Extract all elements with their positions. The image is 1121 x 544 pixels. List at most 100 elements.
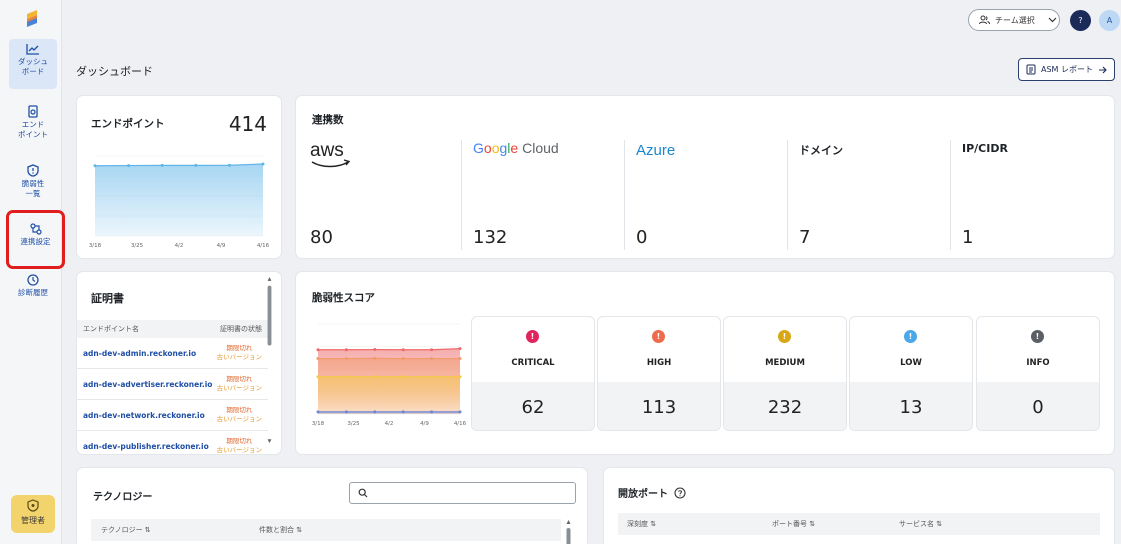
open-ports-title: 開放ポート [618, 485, 686, 500]
provider-google-cloud[interactable]: Google Cloud 132 [473, 140, 623, 248]
data-point [430, 375, 434, 379]
column-header-service[interactable]: サービス名 ⇅ [899, 519, 942, 529]
sidebar-item-label: 一覧 [25, 189, 41, 198]
severity-card-critical[interactable]: ! CRITICAL 62 [472, 317, 594, 430]
technology-title: テクノロジー [93, 492, 153, 503]
column-header-technology[interactable]: テクノロジー ⇅ [101, 525, 151, 535]
data-point [316, 357, 320, 361]
provider-name: ドメイン [799, 144, 843, 157]
vulnerability-card: 脆弱性スコア 3/18 3/25 4/2 4/9 4/16 ! CRITICAL 62 … [296, 272, 1114, 454]
scrollbar[interactable] [566, 519, 571, 544]
data-point [401, 357, 405, 361]
severity-card-low[interactable]: ! LOW 13 [850, 317, 972, 430]
data-point [373, 410, 377, 414]
endpoint-chart: 3/18 3/25 4/2 4/9 4/16 [89, 155, 270, 249]
help-button[interactable]: ? [1070, 10, 1091, 31]
series-line [318, 347, 461, 351]
table-header: 深刻度 ⇅ ポート番号 ⇅ サービス名 ⇅ [618, 513, 1100, 535]
severity-label: MEDIUM [765, 358, 805, 368]
sidebar-item-label: ダッシュ [18, 57, 48, 66]
sidebar: ダッシュ ボード エンド ポイント 脆弱性 一覧 連携設定 診断履歴 管理者 [0, 0, 65, 544]
data-point [430, 357, 434, 361]
sidebar-item-history[interactable]: 診断履歴 [9, 270, 57, 304]
data-point [401, 410, 405, 414]
search-input[interactable] [372, 485, 572, 501]
severity-card-info[interactable]: ! INFO 0 [977, 317, 1099, 430]
chevron-down-icon [1048, 17, 1057, 23]
x-tick-label: 4/9 [420, 421, 429, 427]
provider-azure[interactable]: Azure 0 [636, 140, 786, 248]
provider-value: 80 [310, 227, 333, 248]
sidebar-item-endpoints[interactable]: エンド ポイント [9, 101, 57, 149]
status-old-version: 古いバージョン [216, 353, 262, 361]
cert-status: 期限切れ 古いバージョン [217, 437, 262, 454]
table-row[interactable]: adn-dev-network.reckoner.io 期限切れ 古いバージョン [77, 400, 268, 431]
team-select-dropdown[interactable]: チーム選択 [968, 9, 1060, 31]
table-header: エンドポイント名 証明書の状態 [77, 320, 268, 338]
data-point [373, 348, 377, 352]
severity-count: 62 [521, 397, 545, 418]
severity-card-medium[interactable]: ! MEDIUM 232 [724, 317, 846, 430]
sidebar-item-dashboard[interactable]: ダッシュ ボード [9, 39, 57, 89]
technology-search[interactable] [349, 482, 576, 504]
chart-line-icon [26, 44, 39, 55]
endpoint-link[interactable]: adn-dev-advertiser.reckoner.io [83, 380, 212, 389]
status-old-version: 古いバージョン [216, 415, 262, 423]
history-icon [27, 274, 39, 286]
endpoint-link[interactable]: adn-dev-publisher.reckoner.io [83, 442, 209, 451]
provider-domain[interactable]: ドメイン 7 [799, 140, 949, 248]
table-header: テクノロジー ⇅ 件数と割合 ⇅ [91, 519, 561, 541]
status-expired: 期限切れ [226, 437, 253, 445]
asm-report-button[interactable]: ASM レポート [1018, 58, 1115, 81]
x-tick-label: 3/25 [347, 421, 360, 427]
x-tick-label: 4/9 [217, 243, 226, 249]
severity-card-high[interactable]: ! HIGH 113 [598, 317, 720, 430]
aws-logo-icon: aws [310, 140, 351, 168]
table-row[interactable]: adn-dev-advertiser.reckoner.io 期限切れ 古いバージ… [77, 369, 268, 400]
data-point [160, 163, 164, 167]
data-point [127, 164, 131, 168]
endpoint-title: エンドポイント [91, 118, 165, 130]
admin-button[interactable]: 管理者 [11, 495, 55, 533]
provider-value: 7 [799, 227, 811, 248]
endpoint-link[interactable]: adn-dev-admin.reckoner.io [83, 349, 196, 358]
status-old-version: 古いバージョン [216, 384, 262, 392]
cert-status: 期限切れ 古いバージョン [217, 406, 262, 424]
data-point [373, 375, 377, 379]
alert-icon: ! [778, 330, 791, 343]
sidebar-item-label: 診断履歴 [18, 288, 48, 297]
column-header-port[interactable]: ポート番号 ⇅ [772, 519, 815, 529]
provider-ip-cidr[interactable]: IP/CIDR 1 [962, 140, 1102, 248]
table-row[interactable]: adn-dev-admin.reckoner.io 期限切れ 古いバージョン [77, 338, 268, 369]
endpoint-link[interactable]: adn-dev-network.reckoner.io [83, 411, 205, 420]
column-header-severity[interactable]: 深刻度 ⇅ [627, 519, 656, 529]
x-tick-label: 3/18 [312, 421, 325, 427]
avatar[interactable]: A [1099, 10, 1120, 31]
help-circle-icon[interactable] [674, 486, 686, 499]
sidebar-item-label: 脆弱性 [21, 179, 45, 188]
column-header-endpoint[interactable]: エンドポイント名 [83, 324, 139, 334]
severity-count: 232 [767, 397, 803, 418]
admin-label: 管理者 [21, 516, 45, 525]
sidebar-item-vulnerabilities[interactable]: 脆弱性 一覧 [9, 160, 57, 208]
sidebar-item-integrations[interactable]: 連携設定 [6, 210, 65, 269]
divider [787, 140, 788, 250]
scrollbar[interactable] [267, 276, 272, 446]
data-point [194, 163, 198, 167]
users-icon [979, 15, 990, 25]
table-row[interactable]: adn-dev-publisher.reckoner.io 期限切れ 古いバージョ… [77, 431, 268, 454]
column-header-count[interactable]: 件数と割合 ⇅ [259, 525, 302, 535]
x-tick-label: 4/2 [385, 421, 394, 427]
column-header-status[interactable]: 証明書の状態 [220, 324, 262, 334]
endpoint-icon [28, 105, 38, 118]
data-point [458, 410, 462, 414]
severity-label: CRITICAL [511, 358, 555, 368]
sidebar-item-label: ボード [21, 67, 45, 76]
data-point [401, 348, 405, 352]
data-point [458, 357, 462, 361]
open-ports-label: 開放ポート [618, 489, 668, 500]
status-expired: 期限切れ [226, 344, 253, 352]
endpoint-card: エンドポイント 414 3/18 3/25 4/2 4/9 4/16 [77, 96, 281, 258]
data-point [93, 164, 97, 168]
provider-aws[interactable]: aws 80 [310, 140, 460, 248]
